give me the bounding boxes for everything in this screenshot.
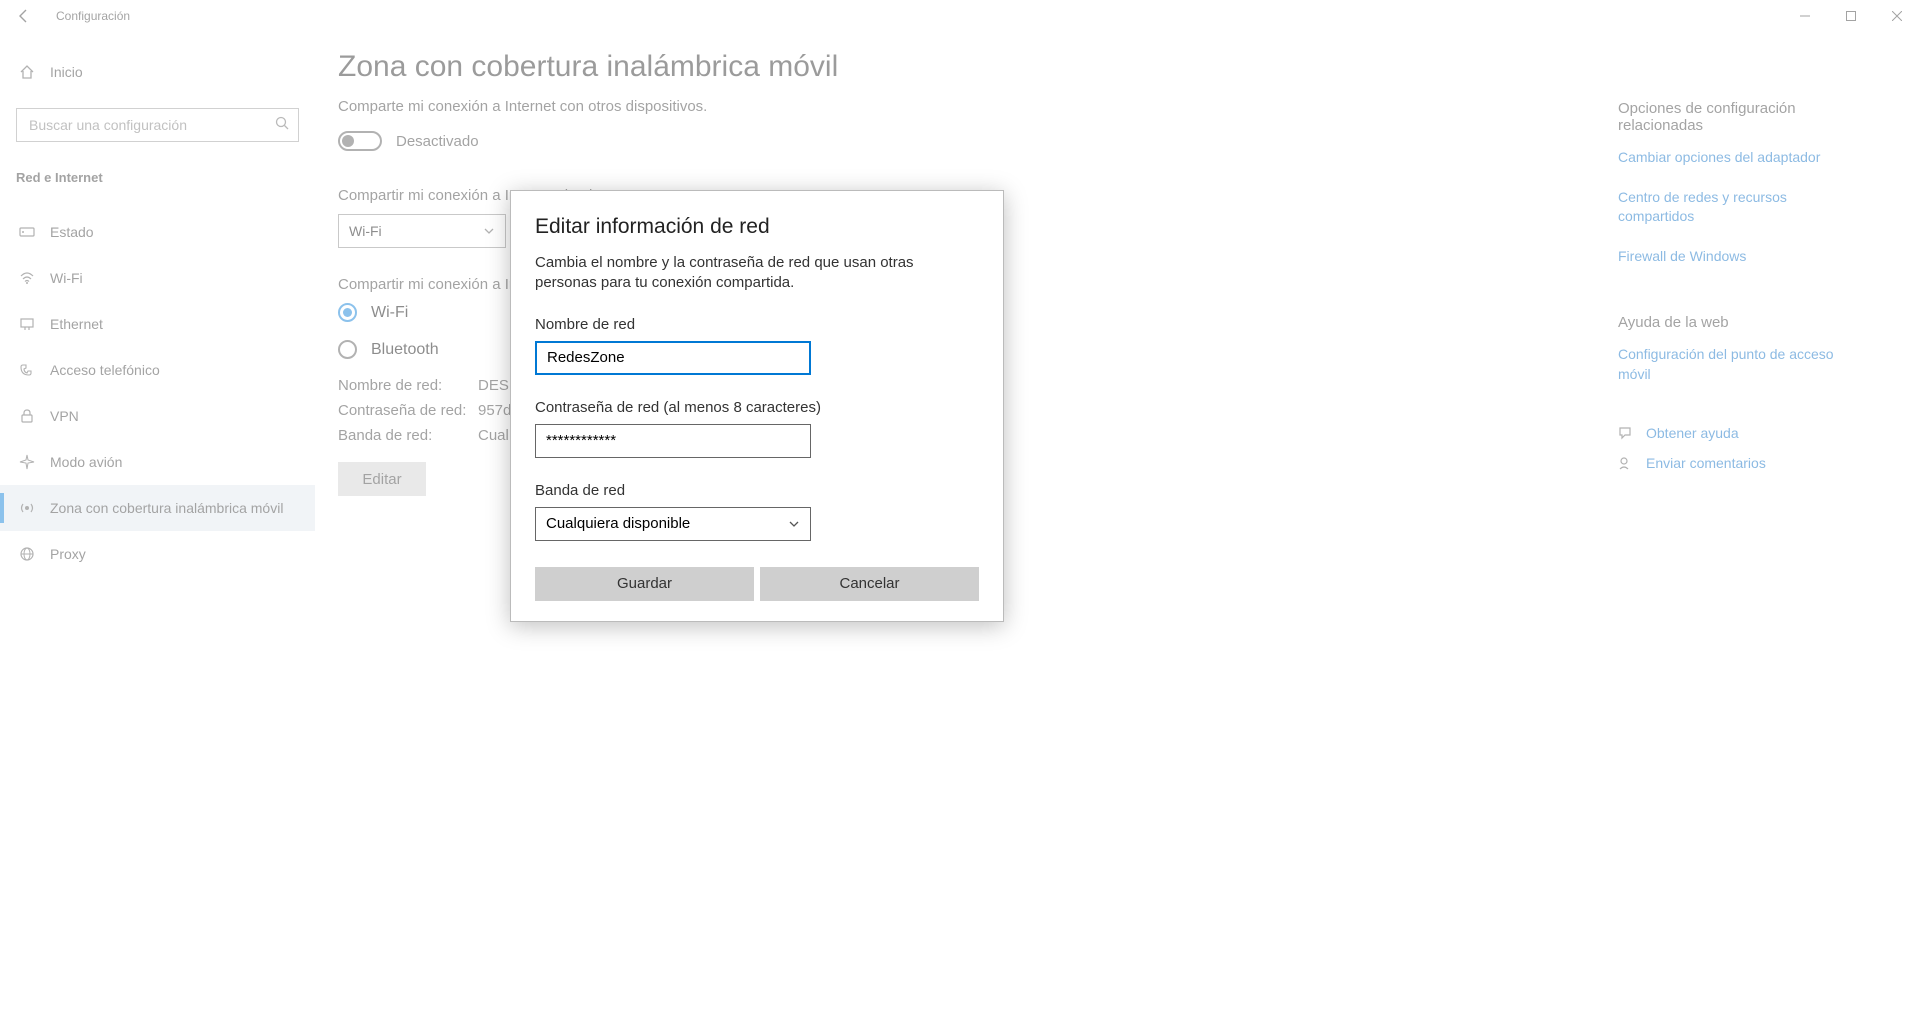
network-name-label: Nombre de red [535, 316, 979, 333]
network-band-select[interactable]: Cualquiera disponible [535, 507, 811, 541]
network-band-value: Cualquiera disponible [546, 515, 690, 532]
network-password-input[interactable] [535, 424, 811, 458]
edit-network-modal: Editar información de red Cambia el nomb… [510, 190, 1004, 622]
network-name-input[interactable] [535, 341, 811, 375]
network-band-label: Banda de red [535, 482, 979, 499]
network-password-label: Contraseña de red (al menos 8 caracteres… [535, 399, 979, 416]
modal-title: Editar información de red [535, 215, 979, 239]
chevron-down-icon [788, 518, 800, 530]
cancel-button[interactable]: Cancelar [760, 567, 979, 601]
save-button[interactable]: Guardar [535, 567, 754, 601]
modal-description: Cambia el nombre y la contraseña de red … [535, 253, 979, 294]
